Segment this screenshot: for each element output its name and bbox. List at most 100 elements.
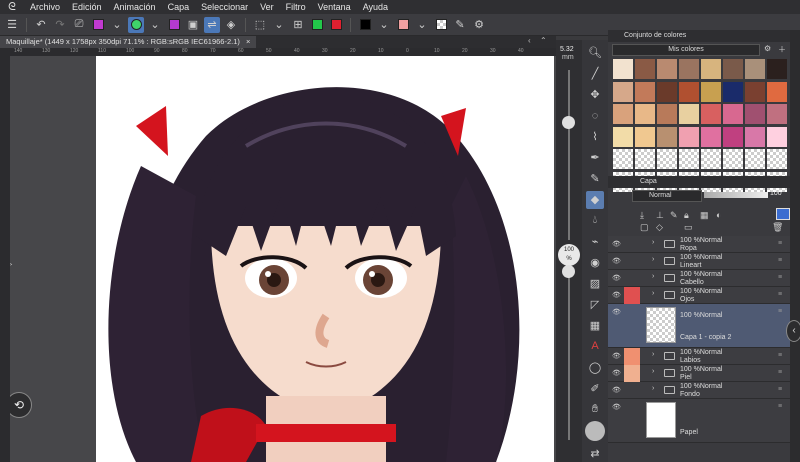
menu-edicion[interactable]: Edición — [66, 2, 108, 12]
selection-launcher-icon[interactable] — [128, 16, 144, 33]
correct-line-tool-icon[interactable]: ✐ — [586, 379, 604, 397]
close-icon[interactable]: × — [246, 37, 250, 46]
transparent-color-icon[interactable] — [433, 17, 449, 33]
reference-layer-icon[interactable] — [166, 17, 182, 33]
brush-size-slider-handle[interactable] — [562, 116, 575, 129]
menu-animacion[interactable]: Animación — [108, 2, 162, 12]
color-swatch[interactable] — [634, 125, 656, 148]
eye-visibility-icon[interactable]: 👁︎ — [612, 274, 622, 283]
fill-selection-icon[interactable] — [90, 17, 106, 33]
color-swatch[interactable] — [700, 125, 722, 148]
sample-layer-icon[interactable]: ▣ — [185, 17, 201, 33]
hand-tool-icon[interactable]: ✋︎ — [586, 400, 604, 418]
chevron-right-icon[interactable]: › — [652, 256, 654, 263]
layer-color-icon[interactable] — [776, 208, 790, 220]
panel-collapse-bar[interactable]: ‹ — [786, 30, 800, 462]
color-swatch[interactable] — [744, 80, 766, 103]
layer-menu-icon[interactable]: ≡ — [778, 352, 782, 359]
eyedropper-tool-icon[interactable]: ⌇ — [586, 128, 604, 146]
layer-color-tag[interactable] — [624, 236, 640, 253]
empty-color-swatch[interactable] — [744, 148, 766, 170]
pink-color-icon[interactable] — [395, 17, 411, 33]
color-swatch[interactable] — [678, 58, 700, 80]
menu-ayuda[interactable]: Ayuda — [357, 2, 394, 12]
eraser-tool-icon[interactable]: ◆ — [586, 190, 604, 209]
menu-filtro[interactable]: Filtro — [280, 2, 312, 12]
draft-layer-icon[interactable]: ✎ — [670, 210, 678, 221]
eye-visibility-icon[interactable]: 👁︎ — [612, 308, 622, 317]
black-color-icon[interactable] — [357, 17, 373, 33]
lasso-tool-icon[interactable]: ◌ — [586, 107, 604, 125]
opacity-slider-track[interactable] — [568, 270, 570, 440]
redo-icon[interactable]: ↷ — [52, 17, 68, 33]
chevron-right-icon[interactable]: › — [652, 368, 654, 375]
pen-icon[interactable]: ✏ — [10, 260, 12, 271]
frame-tool-icon[interactable]: ▦ — [586, 316, 604, 334]
reference-layer-icon[interactable]: ⊥ — [656, 210, 664, 221]
menu-archivo[interactable]: Archivo — [24, 2, 66, 12]
hamburger-menu-icon[interactable]: ☰ — [4, 17, 20, 33]
empty-color-swatch[interactable] — [766, 148, 788, 170]
zoom-tool-icon[interactable]: 🔍︎ — [586, 44, 604, 62]
transform-icon[interactable]: ⬚ — [252, 17, 268, 33]
grid-icon[interactable]: ⊞ — [290, 17, 306, 33]
new-layer-icon[interactable]: ▢ — [640, 222, 649, 233]
layer-color-tag[interactable] — [624, 348, 640, 365]
new-folder-icon[interactable]: ▭ — [684, 222, 693, 233]
pen-tool-icon[interactable]: ✒ — [586, 149, 604, 167]
color-swatch[interactable] — [656, 80, 678, 103]
chevron-right-icon[interactable]: › — [652, 290, 654, 297]
layer-menu-icon[interactable]: ≡ — [778, 240, 782, 247]
color-swatch[interactable] — [722, 103, 744, 125]
clear-icon[interactable]: ⎚ — [71, 17, 87, 33]
chevron-up-icon[interactable]: ⌃ — [540, 36, 547, 45]
layer-row[interactable]: 👁︎ › 100 %Normal Ojos ≡ — [608, 287, 790, 304]
new-vector-layer-icon[interactable]: ◇ — [656, 222, 663, 233]
color-swatch[interactable] — [700, 103, 722, 125]
eye-visibility-icon[interactable]: 👁︎ — [612, 291, 622, 300]
color-swatch[interactable] — [700, 58, 722, 80]
gradient-tool-icon[interactable]: ▨ — [586, 274, 604, 292]
color-swatch[interactable] — [634, 80, 656, 103]
layer-color-tag[interactable] — [624, 304, 640, 348]
color-swatch[interactable] — [656, 103, 678, 125]
color-swatch[interactable] — [766, 58, 788, 80]
blend-mode-dropdown[interactable]: Normal — [632, 190, 702, 202]
color-swatch[interactable] — [722, 125, 744, 148]
layer-color-tag[interactable] — [624, 399, 640, 443]
color-swatch[interactable] — [678, 80, 700, 103]
empty-color-swatch[interactable] — [612, 148, 634, 170]
color-swatch[interactable] — [744, 103, 766, 125]
layer-color-tag[interactable] — [624, 382, 640, 399]
color-set-add-icon[interactable]: ＋ — [778, 44, 786, 55]
brush-size-bar[interactable]: 5.32 mm 100 % — [556, 40, 582, 462]
color-swatch[interactable] — [722, 58, 744, 80]
layer-row[interactable]: 👁︎ › 100 %Normal Fondo ≡ — [608, 382, 790, 399]
pencil-tool-icon[interactable]: ✎ — [586, 170, 604, 188]
eye-visibility-icon[interactable]: 👁︎ — [612, 386, 622, 395]
chevron-down-icon[interactable]: ⌄ — [271, 17, 287, 33]
color-swap-icon[interactable]: ⇄ — [586, 444, 604, 462]
empty-color-swatch[interactable] — [634, 148, 656, 170]
menu-ver[interactable]: Ver — [254, 2, 280, 12]
canvas-area[interactable]: ⟲ ✏ — [10, 56, 556, 462]
blend-tool-icon[interactable]: 💧︎ — [586, 212, 604, 230]
menu-seleccionar[interactable]: Seleccionar — [195, 2, 254, 12]
empty-color-swatch[interactable] — [656, 148, 678, 170]
line-tool-icon[interactable]: ╱ — [586, 65, 604, 83]
menu-capa[interactable]: Capa — [162, 2, 196, 12]
mask-icon[interactable]: ◐ — [716, 210, 721, 220]
chevron-down-icon[interactable]: ⌄ — [414, 17, 430, 33]
delete-layer-icon[interactable]: 🗑︎ — [772, 222, 783, 233]
color-swatch[interactable] — [766, 125, 788, 148]
layer-color-tag[interactable] — [624, 365, 640, 382]
layer-color-tag[interactable] — [624, 253, 640, 270]
eye-visibility-icon[interactable]: 👁︎ — [612, 403, 622, 412]
brush-size-slider-track[interactable] — [568, 70, 570, 240]
color-swatch[interactable] — [678, 125, 700, 148]
color-swatch[interactable] — [678, 103, 700, 125]
red-mask-icon[interactable] — [328, 17, 344, 33]
color-swatch[interactable] — [612, 125, 634, 148]
eye-visibility-icon[interactable]: 👁︎ — [612, 257, 622, 266]
layer-row[interactable]: 👁︎ › 100 %Normal Piel ≡ — [608, 365, 790, 382]
